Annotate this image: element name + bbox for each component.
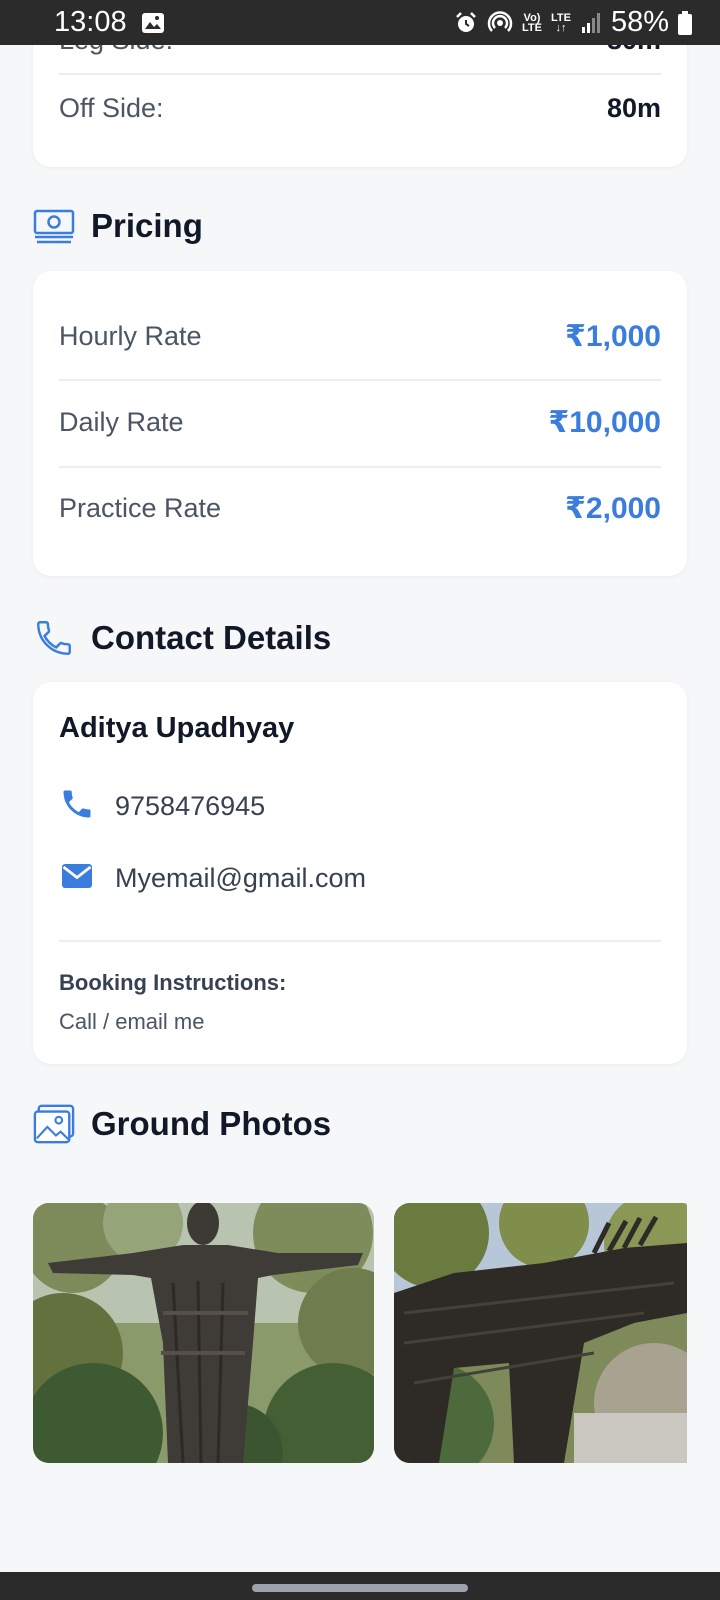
- contact-card: Aditya Upadhyay 9758476945 Myemail@gmail…: [33, 682, 687, 1064]
- phone-number[interactable]: 9758476945: [115, 791, 265, 822]
- off-side-label: Off Side:: [59, 93, 164, 123]
- email-row[interactable]: Myemail@gmail.com: [59, 858, 366, 899]
- daily-rate-label: Daily Rate: [59, 407, 184, 437]
- pricing-header: Pricing: [33, 205, 203, 247]
- ground-photo-statue[interactable]: [33, 1203, 374, 1463]
- home-gesture-handle[interactable]: [252, 1584, 468, 1592]
- contact-title: Contact Details: [91, 619, 332, 656]
- dimensions-card: Leg Side: 80m Off Side: 80m: [33, 45, 687, 167]
- battery-percent: 58%: [610, 6, 669, 38]
- hourly-rate-value: ₹1,000: [565, 320, 661, 353]
- status-time: 13:08: [54, 6, 127, 38]
- divider: [59, 379, 661, 381]
- phone-filled-icon: [59, 786, 95, 827]
- practice-rate-row: Practice Rate ₹2,000: [59, 491, 661, 526]
- divider: [59, 940, 661, 942]
- practice-rate-label: Practice Rate: [59, 493, 222, 523]
- signal-icon: [580, 12, 602, 34]
- pricing-card: Hourly Rate ₹1,000 Daily Rate ₹10,000 Pr…: [33, 271, 687, 576]
- phone-row[interactable]: 9758476945: [59, 786, 265, 827]
- hourly-rate-label: Hourly Rate: [59, 321, 202, 351]
- ground-photos-title: Ground Photos: [91, 1105, 332, 1142]
- contact-name: Aditya Upadhyay: [59, 712, 295, 744]
- off-side-row: Off Side: 80m: [59, 93, 661, 124]
- booking-instructions-label: Booking Instructions:: [59, 970, 287, 995]
- practice-rate-value: ₹2,000: [565, 492, 661, 525]
- hourly-rate-row: Hourly Rate ₹1,000: [59, 319, 661, 354]
- scroll-content[interactable]: Leg Side: 80m Off Side: 80m Pricing Hour…: [0, 45, 720, 1572]
- phone-icon: [33, 617, 75, 659]
- lte-icon: LTE ↓↑: [550, 11, 571, 34]
- battery-icon: [678, 10, 692, 35]
- navigation-bar: [0, 1572, 720, 1600]
- booking-instructions-text: Call / email me: [59, 1009, 205, 1034]
- alarm-icon: [454, 11, 478, 35]
- off-side-value: 80m: [606, 93, 661, 123]
- leg-side-value: 80m: [607, 45, 661, 56]
- leg-side-row: Leg Side: 80m: [59, 45, 661, 56]
- divider: [59, 73, 661, 75]
- daily-rate-value: ₹10,000: [548, 406, 661, 439]
- image-icon: [33, 1103, 75, 1145]
- leg-side-label: Leg Side:: [59, 45, 173, 56]
- status-bar: 13:08 Vo) LTE LTE ↓↑ 58%: [0, 0, 720, 45]
- hotspot-icon: [487, 10, 513, 36]
- pricing-title: Pricing: [91, 207, 203, 244]
- mail-icon: [59, 858, 95, 899]
- money-icon: [33, 205, 75, 247]
- ground-photos-header: Ground Photos: [33, 1103, 331, 1145]
- daily-rate-row: Daily Rate ₹10,000: [59, 405, 661, 440]
- contact-header: Contact Details: [33, 617, 331, 659]
- ground-photo-sculpture[interactable]: [394, 1203, 687, 1463]
- email-address[interactable]: Myemail@gmail.com: [115, 863, 366, 894]
- volte-icon: Vo) LTE: [522, 11, 542, 34]
- divider: [59, 466, 661, 468]
- gallery-icon: [141, 11, 165, 35]
